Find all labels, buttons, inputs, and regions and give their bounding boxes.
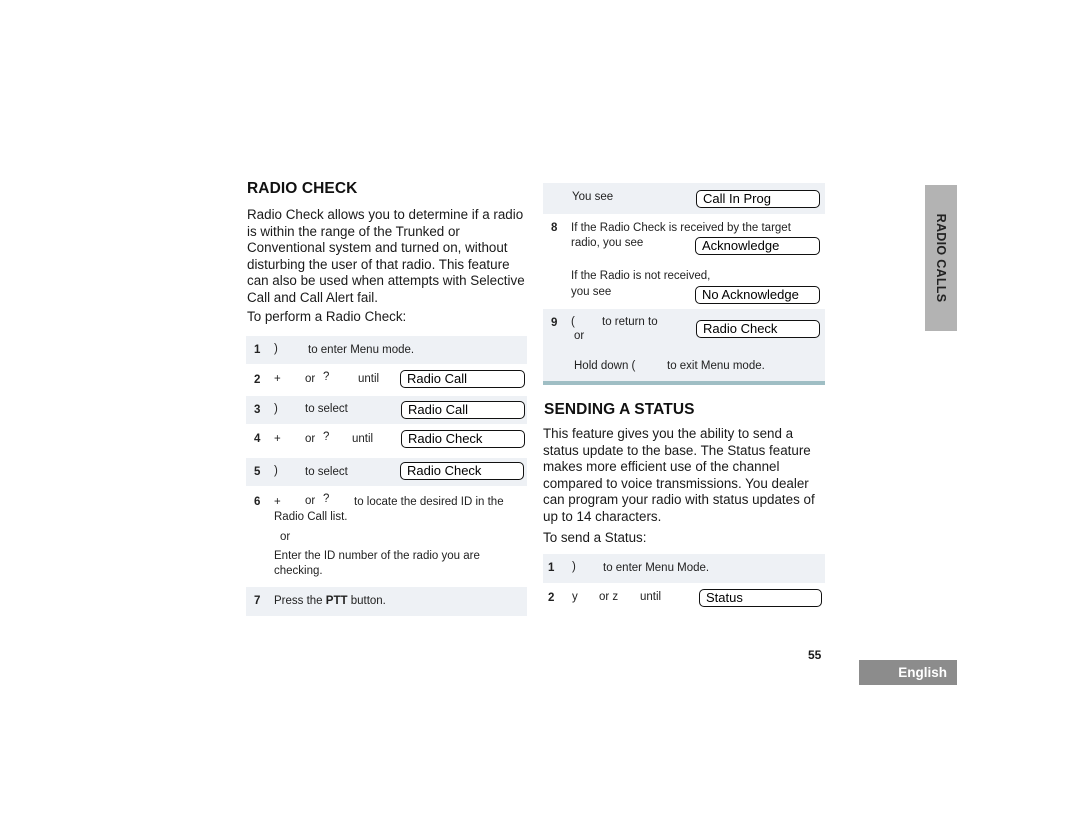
scroll-up-key-icon: + xyxy=(274,373,281,385)
menu-key-icon: ) xyxy=(274,343,278,355)
scroll-up-key-icon: y xyxy=(572,591,578,603)
step-number: 4 xyxy=(254,433,261,445)
step-text: If the Radio is not received, xyxy=(571,270,711,282)
step-text: until xyxy=(640,591,662,603)
section-title-sending-status: SENDING A STATUS xyxy=(544,401,695,418)
step-text: until xyxy=(358,373,380,385)
or-text: or xyxy=(305,495,316,507)
step-row: 7 Press the PTT button. xyxy=(246,587,527,616)
step-row: 1 ) to enter Menu Mode. xyxy=(543,554,825,583)
step-number: 5 xyxy=(254,466,261,478)
sending-status-lead: To send a Status: xyxy=(543,530,647,545)
menu-key-icon: ) xyxy=(274,465,278,477)
step-number: 3 xyxy=(254,404,261,416)
step-text: you see xyxy=(571,286,612,298)
display-readout: Radio Call xyxy=(401,401,525,419)
language-tab: English xyxy=(859,660,957,685)
menu-key-icon: ) xyxy=(572,561,576,573)
step-text: Hold down ( xyxy=(574,360,636,372)
display-readout: Call In Prog xyxy=(696,190,820,208)
menu-key-icon: ) xyxy=(274,403,278,415)
or-text: or z xyxy=(599,591,619,603)
step-row: 1 ) to enter Menu mode. xyxy=(246,336,527,364)
page-number: 55 xyxy=(808,648,822,662)
step-row: 2 y or z until Status xyxy=(543,585,825,614)
scroll-down-key-icon: ? xyxy=(323,431,330,443)
display-readout: No Acknowledge xyxy=(695,286,820,304)
display-readout: Radio Check xyxy=(400,462,524,480)
step-text: radio, you see xyxy=(571,237,644,249)
scroll-up-key-icon: + xyxy=(274,433,281,445)
radio-check-intro: Radio Check allows you to determine if a… xyxy=(247,207,525,305)
step-row: 5 ) to select Radio Check xyxy=(246,458,527,486)
step-text: to enter Menu Mode. xyxy=(603,562,710,574)
step-row: 4 + or ? until Radio Check xyxy=(246,426,527,454)
display-readout: Acknowledge xyxy=(695,237,820,255)
scroll-up-key-icon: + xyxy=(274,496,281,508)
step-text: Radio Call list. xyxy=(274,511,348,523)
chapter-tab: RADIO CALLS xyxy=(925,185,957,331)
ptt-label: PTT xyxy=(325,595,348,607)
radio-check-lead: To perform a Radio Check: xyxy=(247,309,407,324)
or-text: or xyxy=(280,531,291,543)
display-readout: Radio Check xyxy=(401,430,525,448)
chapter-tab-label: RADIO CALLS xyxy=(934,213,948,303)
step-text: Press the xyxy=(274,595,326,607)
step-number: 2 xyxy=(254,374,261,386)
step-row: 2 + or ? until Radio Call xyxy=(246,366,527,394)
or-text: or xyxy=(574,330,585,342)
step-row: 6 + or ? to locate the desired ID in the… xyxy=(246,488,527,584)
section-title-radio-check: RADIO CHECK xyxy=(247,180,358,197)
step-row: 8 If the Radio Check is received by the … xyxy=(543,215,825,309)
step-number: 1 xyxy=(548,562,555,574)
step-number: 7 xyxy=(254,595,261,607)
step-number: 6 xyxy=(254,496,261,508)
step-number: 8 xyxy=(551,222,558,234)
step-row: You see Call In Prog xyxy=(543,183,825,214)
step-row: 9 ( to return to or Radio Check Hold dow… xyxy=(543,309,825,381)
step-text: You see xyxy=(572,191,614,203)
display-readout: Radio Call xyxy=(400,370,525,388)
step-text: to select xyxy=(305,466,348,478)
step-text: to return to xyxy=(602,316,658,328)
step-text: until xyxy=(352,433,374,445)
step-alt-text: Enter the ID number of the radio you are… xyxy=(274,550,480,577)
step-number: 1 xyxy=(254,344,261,356)
section-divider xyxy=(543,381,825,385)
step-text: to locate the desired ID in the xyxy=(354,496,504,508)
display-readout: Radio Check xyxy=(696,320,820,338)
step-text: button. xyxy=(347,595,386,607)
step-number: 9 xyxy=(551,317,558,329)
sending-status-intro: This feature gives you the ability to se… xyxy=(543,426,815,524)
or-text: or xyxy=(305,433,316,445)
scroll-down-key-icon: ? xyxy=(323,493,330,505)
step-row: 3 ) to select Radio Call xyxy=(246,396,527,424)
home-key-icon: ( xyxy=(571,316,575,328)
step-number: 2 xyxy=(548,592,555,604)
step-text: to select xyxy=(305,403,348,415)
step-text: to exit Menu mode. xyxy=(667,360,765,372)
or-text: or xyxy=(305,373,316,385)
display-readout: Status xyxy=(699,589,822,607)
scroll-down-key-icon: ? xyxy=(323,371,330,383)
step-text: to enter Menu mode. xyxy=(308,344,415,356)
step-text: If the Radio Check is received by the ta… xyxy=(571,222,791,234)
